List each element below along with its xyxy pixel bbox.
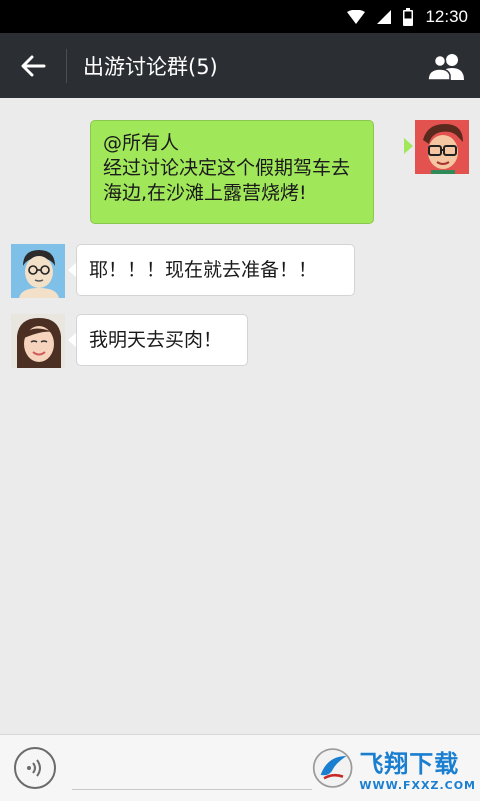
chat-area[interactable]: @所有人 经过讨论决定这个假期驾车去 海边,在沙滩上露营烧烤! 耶！！！现在就去… — [0, 98, 480, 734]
watermark: 飞翔下载 WWW.FXXZ.COM — [312, 742, 476, 794]
voice-icon — [27, 759, 41, 777]
group-members-icon — [428, 53, 464, 80]
page-title: 出游讨论群(5) — [83, 54, 218, 79]
watermark-text: 飞翔下载 — [359, 750, 460, 778]
signal-icon — [377, 9, 392, 24]
title-bar: 出游讨论群(5) — [0, 33, 480, 98]
voice-button[interactable] — [14, 747, 56, 789]
message-bubble-friend[interactable]: 耶！！！现在就去准备！！ — [76, 244, 355, 296]
clock: 12:30 — [425, 6, 468, 26]
wifi-icon — [347, 9, 366, 24]
avatar-self[interactable] — [415, 120, 469, 174]
message-bubble-friend[interactable]: 我明天去买肉！ — [76, 314, 248, 366]
message-text: 我明天去买肉！ — [89, 329, 223, 351]
avatar-friend-2[interactable] — [11, 314, 65, 368]
message-line: 经过讨论决定这个假期驾车去 — [103, 157, 351, 179]
message-bubble-self[interactable]: @所有人 经过讨论决定这个假期驾车去 海边,在沙滩上露营烧烤! — [90, 120, 374, 224]
message-input[interactable] — [72, 789, 312, 790]
group-members-button[interactable] — [414, 33, 480, 98]
arrow-left-icon — [21, 55, 46, 76]
message-line: @所有人 — [103, 132, 180, 154]
watermark-logo-icon — [312, 748, 353, 788]
title-divider — [66, 48, 67, 83]
bubble-tail — [404, 138, 413, 154]
avatar-friend-1[interactable] — [11, 244, 65, 298]
message-line: 海边,在沙滩上露营烧烤! — [103, 182, 307, 204]
watermark-url: WWW.FXXZ.COM — [359, 779, 476, 792]
message-text: 耶！！！现在就去准备！！ — [89, 259, 318, 281]
battery-icon — [403, 7, 414, 26]
back-button[interactable] — [0, 33, 66, 98]
status-bar: 12:30 — [0, 0, 480, 33]
